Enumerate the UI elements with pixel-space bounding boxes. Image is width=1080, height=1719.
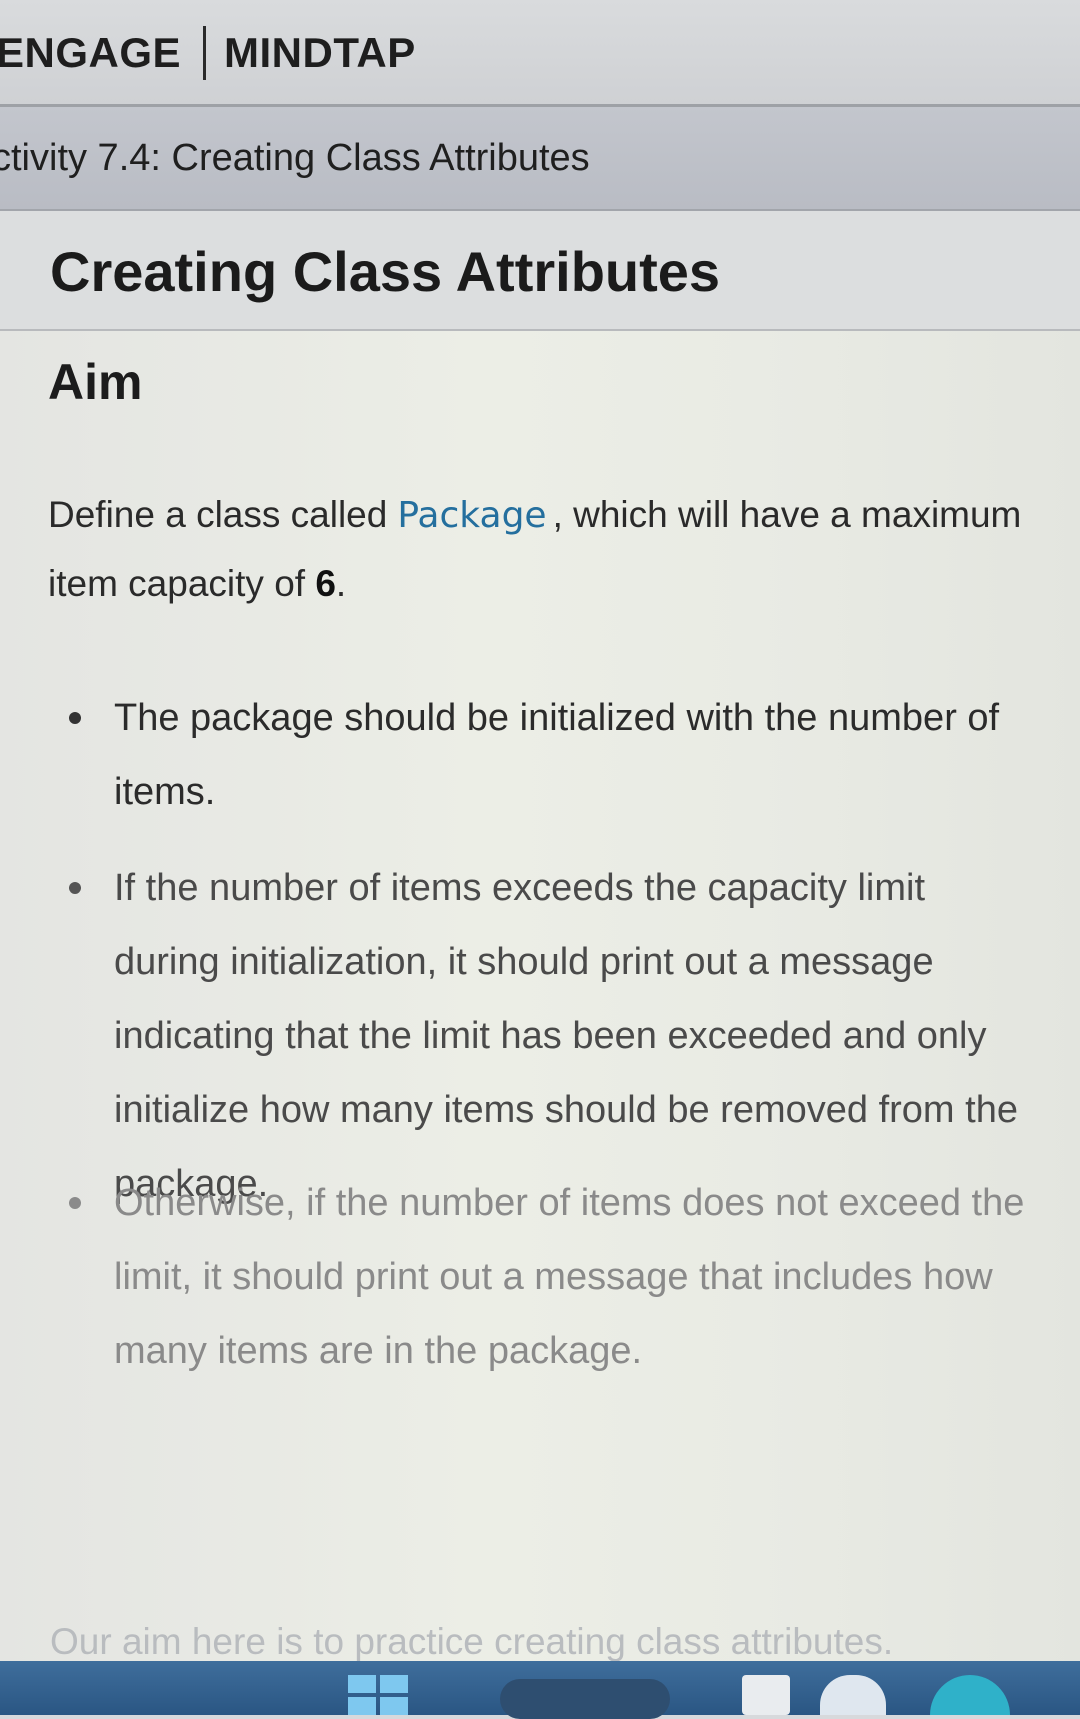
bullet-icon [69, 882, 81, 894]
aim-intro-paragraph: Define a class called Package, which will… [48, 481, 1048, 618]
app-icon[interactable] [742, 1675, 790, 1715]
aim-heading: Aim [48, 354, 143, 410]
intro-end: . [335, 563, 347, 604]
bullet-icon [69, 1197, 81, 1209]
list-item-text: If the number of items exceeds the capac… [114, 867, 1018, 1205]
brand-divider [203, 26, 207, 80]
class-name-code: Package [397, 495, 547, 536]
capacity-number: 6 [315, 563, 336, 604]
brand-logo[interactable]: ENGAGE MINDTAP [0, 26, 416, 80]
brand-cengage: ENGAGE [0, 29, 182, 76]
page-title: Creating Class Attributes [50, 240, 721, 303]
brand-bar: ENGAGE MINDTAP [0, 0, 1080, 107]
aim-summary: Our aim here is to practice creating cla… [50, 1621, 894, 1662]
page-header: Creating Class Attributes [0, 211, 1080, 331]
content-area: Aim Define a class called Package, which … [0, 331, 1080, 1662]
list-item-text: Otherwise, if the number of items does n… [114, 1182, 1025, 1372]
activity-bar: ctivity 7.4: Creating Class Attributes [0, 107, 1080, 211]
taskbar [0, 1661, 1080, 1719]
windows-start-icon[interactable] [348, 1675, 408, 1715]
list-item-text: The package should be initialized with t… [114, 697, 1000, 813]
bullet-icon [69, 712, 81, 724]
intro-text: Define a class called [48, 494, 388, 535]
brand-mindtap: MINDTAP [224, 29, 416, 76]
search-icon[interactable] [500, 1679, 670, 1719]
app-icon[interactable] [820, 1675, 886, 1715]
activity-title: ctivity 7.4: Creating Class Attributes [0, 137, 590, 179]
list-item: Otherwise, if the number of items does n… [69, 1166, 1034, 1388]
app-icon[interactable] [930, 1675, 1010, 1715]
list-item: The package should be initialized with t… [69, 681, 1034, 829]
